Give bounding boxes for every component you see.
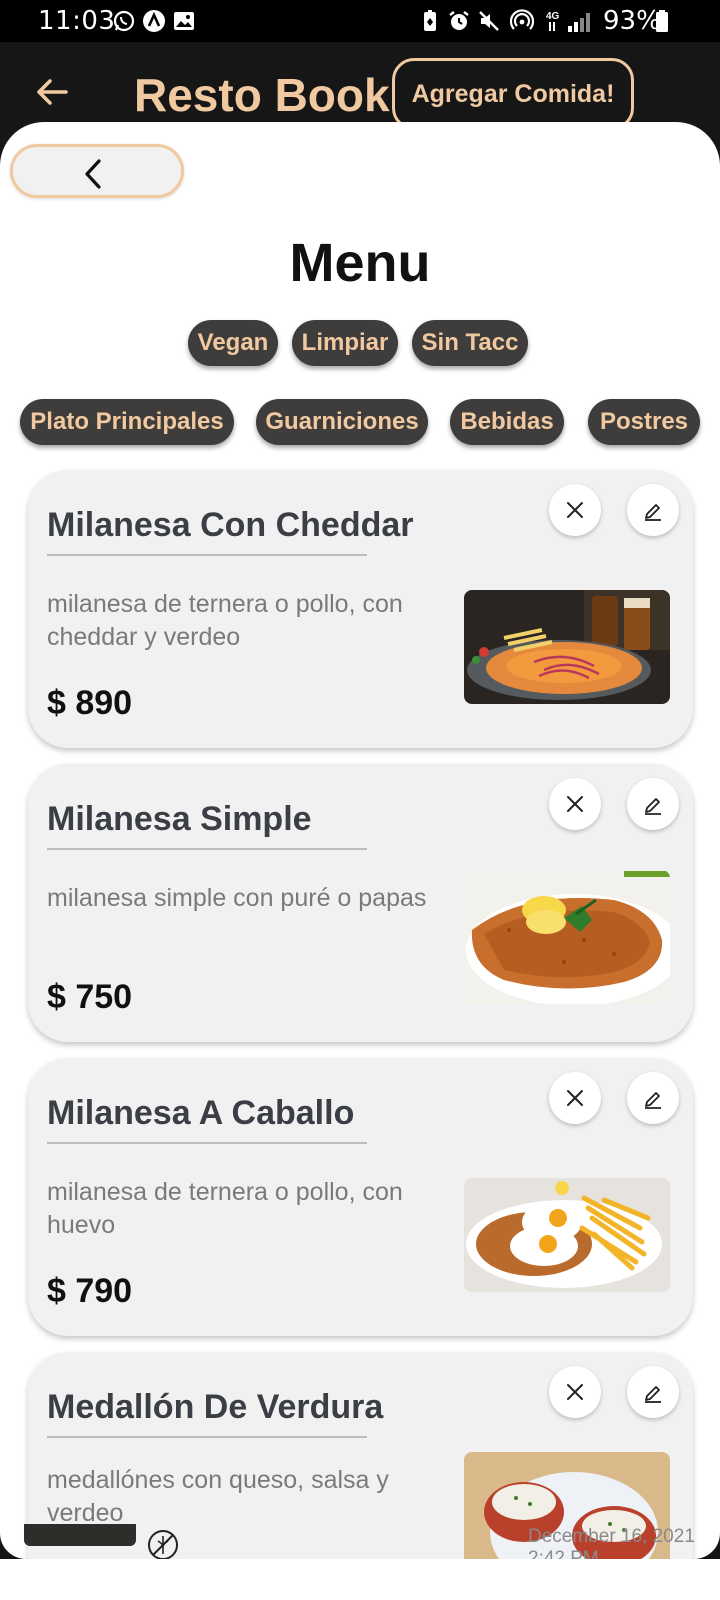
item-photo <box>464 590 670 704</box>
arrow-left-icon[interactable] <box>34 74 70 110</box>
svg-text:4G: 4G <box>546 11 560 22</box>
alarm-icon <box>449 11 469 30</box>
chevron-left-icon <box>85 159 101 189</box>
item-description: milanesa de ternera o pollo, con huevo <box>47 1178 403 1239</box>
category-chip-postres[interactable]: Postres <box>588 399 700 445</box>
hotspot-icon <box>510 9 534 30</box>
menu-item-card[interactable]: Milanesa Con Cheddar milanesa de ternera… <box>28 470 693 748</box>
app-title: Resto Book <box>134 69 390 121</box>
item-description: milanesa de ternera o pollo, con cheddar… <box>47 590 403 651</box>
delete-button[interactable] <box>549 484 601 536</box>
menu-sheet: Menu Vegan Limpiar Sin Tacc Plato Princi… <box>0 122 720 1559</box>
close-icon <box>567 796 583 812</box>
status-time: 11:03 <box>38 6 116 36</box>
category-chip-principales[interactable]: Plato Principales <box>20 399 234 445</box>
item-name: Milanesa Con Cheddar <box>47 506 414 544</box>
item-description: medallónes con queso, salsa y verdeo <box>47 1466 389 1527</box>
edit-button[interactable] <box>627 1366 679 1418</box>
item-price: $ 890 <box>47 684 133 722</box>
close-icon <box>567 1384 583 1400</box>
battery-icon <box>656 10 668 32</box>
item-price: $ 790 <box>47 1272 133 1310</box>
divider <box>47 1142 367 1144</box>
delete-button[interactable] <box>549 1072 601 1124</box>
filter-chip-clear[interactable]: Limpiar <box>292 320 398 366</box>
battery-saver-icon <box>424 10 436 31</box>
item-description: milanesa simple con puré o papas <box>47 884 427 912</box>
item-photo <box>464 870 670 1004</box>
mute-icon <box>479 11 499 31</box>
divider <box>47 554 367 556</box>
pencil-icon <box>645 504 661 521</box>
4g-signal-icon: 4G <box>546 11 590 32</box>
arch-app-icon <box>143 10 165 32</box>
page-title: Menu <box>289 233 431 293</box>
delete-button[interactable] <box>549 778 601 830</box>
category-chip-bebidas[interactable]: Bebidas <box>450 399 564 445</box>
battery-percent: 93% <box>603 6 661 36</box>
navigation-bar <box>0 1559 720 1600</box>
background-thumbnail <box>24 1524 136 1546</box>
edit-button[interactable] <box>627 778 679 830</box>
gallery-icon <box>174 12 194 30</box>
menu-item-card[interactable]: Milanesa Simple milanesa simple con puré… <box>28 764 693 1042</box>
pencil-icon <box>645 798 661 815</box>
no-gluten-icon <box>148 1530 178 1559</box>
item-name: Milanesa Simple <box>47 800 312 838</box>
pencil-icon <box>645 1386 661 1403</box>
edit-button[interactable] <box>627 1072 679 1124</box>
category-chip-guarniciones[interactable]: Guarniciones <box>256 399 428 445</box>
close-icon <box>567 502 583 518</box>
back-button[interactable] <box>10 144 184 198</box>
item-name: Medallón De Verdura <box>47 1388 384 1426</box>
pencil-icon <box>645 1092 661 1109</box>
divider <box>47 848 367 850</box>
delete-button[interactable] <box>549 1366 601 1418</box>
item-name: Milanesa A Caballo <box>47 1094 355 1132</box>
item-photo <box>464 1178 670 1292</box>
status-bar: 11:03 4G 93% <box>0 0 720 42</box>
item-price: $ 750 <box>47 978 133 1016</box>
menu-item-card[interactable]: Milanesa A Caballo milanesa de ternera o… <box>28 1058 693 1336</box>
filter-chip-vegan[interactable]: Vegan <box>188 320 278 366</box>
whatsapp-icon <box>113 10 135 32</box>
filter-chip-sin-tacc[interactable]: Sin Tacc <box>412 320 528 366</box>
add-food-button[interactable]: Agregar Comida! <box>392 58 634 130</box>
edit-button[interactable] <box>627 484 679 536</box>
divider <box>47 1436 367 1438</box>
close-icon <box>567 1090 583 1106</box>
